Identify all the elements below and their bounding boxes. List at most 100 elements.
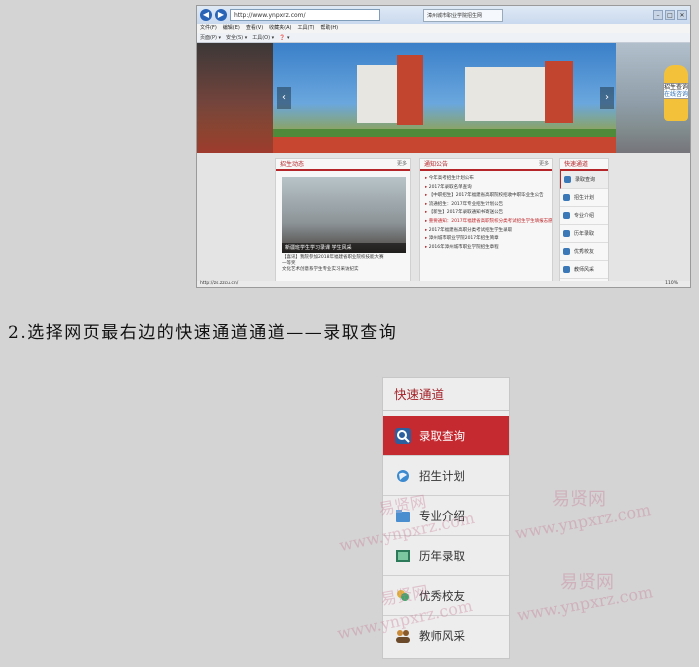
site-content: 招生动态 更多 新疆班学生学习录课 学生风采 【喜讯】我院参加2018年福建省职… <box>197 153 690 283</box>
back-icon[interactable]: ◀ <box>200 9 212 21</box>
browser-tab[interactable]: 漳州城市职业学院招生网 <box>423 8 503 22</box>
enrollment-plan-button[interactable]: 招生计划 <box>383 456 509 496</box>
notice-item[interactable]: 【中职招生】2017年福建省高职院校招收中职毕业生公告 <box>420 192 552 201</box>
notice-item[interactable]: 重要通知：2017年福建省高职院校分类考试招生学生填报志愿的通知 <box>420 218 552 227</box>
alumni-icon <box>563 248 570 255</box>
menu-file[interactable]: 文件(F) <box>200 24 217 33</box>
menu-favorites[interactable]: 收藏夹(A) <box>269 24 291 33</box>
news-line[interactable]: 文化艺术创意系学生专业实习采访纪实 <box>282 267 404 273</box>
status-bar: http://zs.zzcu.cn/ 110% <box>197 281 690 287</box>
quick-small-label: 教师风采 <box>574 267 595 273</box>
mascot-label[interactable]: 招生查询 在线咨询 <box>663 83 689 99</box>
notice-item[interactable]: 2017年录取名单查询 <box>420 184 552 193</box>
cmd-safety[interactable]: 安全(S) ▾ <box>226 33 247 42</box>
quick-small-item[interactable]: 专业介绍 <box>560 207 608 225</box>
notice-item[interactable]: 今年高考招生计划公布 <box>420 175 552 184</box>
notice-column: 通知公告 更多 今年高考招生计划公布2017年录取名单查询【中职招生】2017年… <box>419 158 553 283</box>
people-icon <box>395 628 411 644</box>
forward-icon[interactable]: ▶ <box>215 9 227 21</box>
banner-next-icon[interactable]: › <box>600 87 614 109</box>
plan-icon <box>563 194 570 201</box>
alumni-button[interactable]: 优秀校友 <box>383 576 509 616</box>
address-bar[interactable]: http://www.ynpxrz.com/ <box>230 9 380 21</box>
notice-item[interactable]: 2016年漳州城市职业学院招生章程 <box>420 244 552 253</box>
status-url: http://zs.zzcu.cn/ <box>200 281 239 286</box>
major-intro-button[interactable]: 专业介绍 <box>383 496 509 536</box>
notice-item[interactable]: 流通招生：2017年专业招生计划公告 <box>420 201 552 210</box>
menu-tools[interactable]: 工具(T) <box>298 24 315 33</box>
minimize-icon[interactable]: – <box>653 10 663 20</box>
news-column: 招生动态 更多 新疆班学生学习录课 学生风采 【喜讯】我院参加2018年福建省职… <box>275 158 411 283</box>
building <box>357 65 397 123</box>
notice-header-label: 通知公告 <box>424 161 449 168</box>
menu-edit[interactable]: 编辑(E) <box>223 24 240 33</box>
notice-more-link[interactable]: 更多 <box>539 159 549 170</box>
teacher-style-button[interactable]: 教师风采 <box>383 616 509 656</box>
menu-view[interactable]: 查看(V) <box>246 24 263 33</box>
folder-icon <box>395 508 411 524</box>
news-more-link[interactable]: 更多 <box>397 159 407 170</box>
news-text: 【喜讯】我院参加2018年福建省职业院校技能大赛 一等奖 文化艺术创意系学生专业… <box>276 253 410 275</box>
history-icon <box>563 230 570 237</box>
major-intro-label: 专业介绍 <box>419 508 465 523</box>
search-icon <box>564 176 571 183</box>
step-caption: 2.选择网页最右边的快速通道通道——录取查询 <box>8 323 398 343</box>
quick-small-item[interactable]: 录取查询 <box>560 171 608 189</box>
watermark: 易贤网 <box>552 489 606 510</box>
book-icon <box>395 548 411 564</box>
quick-small-item[interactable]: 优秀校友 <box>560 243 608 261</box>
teacher-icon <box>563 266 570 273</box>
browser-screenshot: ◀ ▶ http://www.ynpxrz.com/ 漳州城市职业学院招生网 –… <box>196 5 691 288</box>
mascot-subtitle: 在线咨询 <box>664 91 689 98</box>
campus-banner: ‹ › 招生查询 在线咨询 <box>197 43 690 153</box>
banner-left-photo <box>197 43 273 153</box>
quick-small-item[interactable]: 招生计划 <box>560 189 608 207</box>
quick-channel-panel: 快速通道 录取查询 招生计划 专业介绍 历年录取 优秀校友 教师风采 <box>382 377 510 659</box>
watermark: 易贤网 <box>560 572 614 593</box>
notice-item[interactable]: 【新生】2017年录取通知书寄送公告 <box>420 209 552 218</box>
trophy-icon <box>395 588 411 604</box>
quick-small-label: 专业介绍 <box>574 213 595 219</box>
zoom-level[interactable]: 110% <box>665 281 678 287</box>
building <box>465 67 545 121</box>
cmd-page[interactable]: 页面(P) ▾ <box>200 33 221 42</box>
close-icon[interactable]: ✕ <box>677 10 687 20</box>
building <box>545 61 573 123</box>
mascot-title: 招生查询 <box>664 84 689 91</box>
command-bar: 页面(P) ▾ 安全(S) ▾ 工具(O) ▾ ❓ ▾ <box>197 33 690 43</box>
quick-column-small: 快速通道 录取查询 招生计划 专业介绍 历年录取 优秀校友 教师风采 <box>559 158 609 283</box>
browser-titlebar: ◀ ▶ http://www.ynpxrz.com/ 漳州城市职业学院招生网 –… <box>197 6 690 24</box>
past-admissions-label: 历年录取 <box>419 548 465 563</box>
cmd-help[interactable]: ❓ ▾ <box>279 33 289 42</box>
news-photo[interactable]: 新疆班学生学习录课 学生风采 <box>282 177 406 253</box>
notice-item[interactable]: 漳州城市职业学院2017年招生简章 <box>420 235 552 244</box>
notice-list: 今年高考招生计划公布2017年录取名单查询【中职招生】2017年福建省高职院校招… <box>420 171 552 252</box>
teacher-style-label: 教师风采 <box>419 629 465 643</box>
window-controls: – □ ✕ <box>653 10 690 20</box>
banner-prev-icon[interactable]: ‹ <box>277 87 291 109</box>
quick-channel-title: 快速通道 <box>383 378 509 411</box>
quick-header-small: 快速通道 <box>560 159 608 171</box>
folder-icon <box>563 212 570 219</box>
notice-item[interactable]: 2017年福建省高职分类考试招生学生录取 <box>420 227 552 236</box>
maximize-icon[interactable]: □ <box>665 10 675 20</box>
admission-query-label: 录取查询 <box>419 428 465 443</box>
news-header-label: 招生动态 <box>280 161 305 168</box>
watermark: www.ynpxrz.com <box>513 500 653 543</box>
enrollment-plan-label: 招生计划 <box>419 468 465 483</box>
quick-small-label: 历年录取 <box>574 231 595 237</box>
notice-header: 通知公告 更多 <box>420 159 552 171</box>
alumni-label: 优秀校友 <box>419 588 465 603</box>
photo-caption: 新疆班学生学习录课 学生风采 <box>282 243 406 253</box>
watermark: www.ynpxrz.com <box>515 582 655 625</box>
past-admissions-button[interactable]: 历年录取 <box>383 536 509 576</box>
menu-help[interactable]: 帮助(H) <box>320 24 338 33</box>
quick-small-label: 招生计划 <box>574 195 595 201</box>
sports-field <box>273 129 616 137</box>
quick-small-label: 录取查询 <box>575 177 596 183</box>
cmd-tools[interactable]: 工具(O) ▾ <box>252 33 274 42</box>
admission-query-button[interactable]: 录取查询 <box>383 416 509 456</box>
quick-small-label: 优秀校友 <box>574 249 595 255</box>
quick-small-item[interactable]: 教师风采 <box>560 261 608 279</box>
quick-small-item[interactable]: 历年录取 <box>560 225 608 243</box>
